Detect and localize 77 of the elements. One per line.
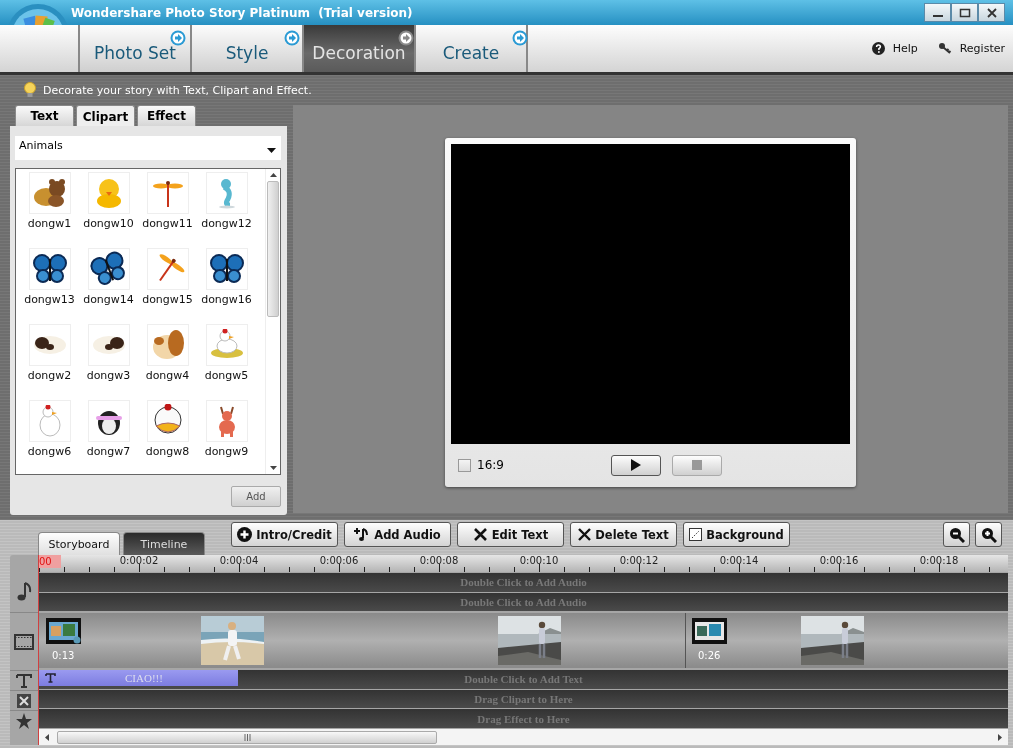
cow-icon [90, 333, 127, 357]
time-label: 0:00:14 [718, 555, 760, 566]
text-tool-icon [45, 672, 56, 683]
dog-icon [150, 329, 185, 361]
slideshow-thumbnail[interactable] [692, 618, 727, 645]
nav-tab[interactable]: Style [190, 25, 302, 72]
minimize-button[interactable] [924, 3, 951, 22]
text-tool-icon [16, 673, 32, 688]
key-icon [937, 42, 952, 55]
minimize-icon [932, 14, 943, 17]
clip-duration: 0:13 [52, 650, 76, 662]
nav-tab[interactable]: Decoration [302, 25, 414, 72]
music-note-icon [16, 582, 32, 602]
view-tab[interactable]: Timeline [123, 532, 205, 555]
toolbar-button[interactable]: Delete Text [570, 522, 677, 547]
grip-icon [243, 733, 251, 741]
lightbulb-icon [23, 82, 37, 98]
nav-tab[interactable]: Create [414, 25, 526, 72]
panel-tab[interactable]: Clipart [76, 105, 135, 128]
category-dropdown[interactable]: Animals [15, 136, 281, 160]
arrow-icon [398, 30, 414, 46]
help-link[interactable]: Help [871, 25, 918, 72]
scrollbar[interactable] [265, 169, 280, 474]
zoom-out-icon [948, 526, 965, 543]
panel-tab[interactable]: Text [15, 105, 74, 126]
scroll-down-icon[interactable] [269, 466, 277, 470]
cow-icon [31, 333, 68, 357]
film-icon [14, 633, 34, 650]
toolbar-button[interactable]: Background [683, 522, 790, 547]
nav-tab[interactable]: Photo Set [78, 25, 190, 72]
aspect-checkbox[interactable]: 16:9 [458, 458, 504, 472]
scroll-up-icon[interactable] [269, 173, 277, 177]
maximize-button[interactable] [951, 3, 978, 22]
zoom-in-icon [980, 526, 997, 543]
toolbar-button[interactable]: Edit Text [457, 522, 564, 547]
bear-icon [31, 177, 68, 209]
butterfly-icon [32, 253, 67, 285]
time-label: 0:00:06 [318, 555, 360, 566]
background-icon [689, 528, 703, 541]
play-button[interactable] [610, 454, 661, 476]
time-label: 0:00:16 [818, 555, 860, 566]
arrow-icon [512, 30, 528, 46]
toolbar-button[interactable]: Add Audio [344, 522, 451, 547]
close-button[interactable] [978, 3, 1005, 22]
scroll-right-icon[interactable] [998, 733, 1002, 741]
zoom-in-button[interactable] [975, 522, 1002, 547]
zoom-out-button[interactable] [943, 522, 970, 547]
slideshow-thumbnail[interactable] [46, 618, 81, 645]
stop-icon [691, 460, 702, 470]
time-label: 0:00:12 [618, 555, 660, 566]
plus-circle-icon [237, 527, 253, 542]
add-audio-icon [354, 527, 371, 542]
view-tab[interactable]: Storyboard [38, 532, 120, 555]
scroll-left-icon[interactable] [45, 733, 49, 741]
help-icon [871, 42, 885, 55]
star-icon [16, 713, 32, 729]
panel-tab[interactable]: Effect [137, 105, 196, 126]
butterfly-icon [209, 253, 244, 285]
play-icon [630, 459, 641, 471]
hint-text: Decorate your story with Text, Clipart and Effect. [43, 83, 312, 97]
time-label: 0:00:10 [518, 555, 560, 566]
time-label: 0:00:18 [918, 555, 960, 566]
close-icon [985, 7, 998, 18]
register-link[interactable]: Register [937, 25, 1005, 72]
time-label: 0:00:04 [218, 555, 260, 566]
toolbar-button[interactable]: Intro/Credit [231, 522, 338, 547]
hen-icon [208, 329, 245, 361]
close-icon [578, 528, 592, 541]
clip-duration: 0:26 [698, 650, 722, 662]
time-label: 0:00:02 [118, 555, 160, 566]
scrollbar[interactable] [39, 729, 1008, 746]
window-title: Wondershare Photo Story Platinum (Trial version) [71, 5, 414, 20]
maximize-icon [958, 7, 971, 18]
caret-icon [267, 148, 276, 153]
arrow-icon [284, 30, 300, 46]
time-label: 0:00:08 [418, 555, 460, 566]
arrow-icon [170, 30, 186, 46]
